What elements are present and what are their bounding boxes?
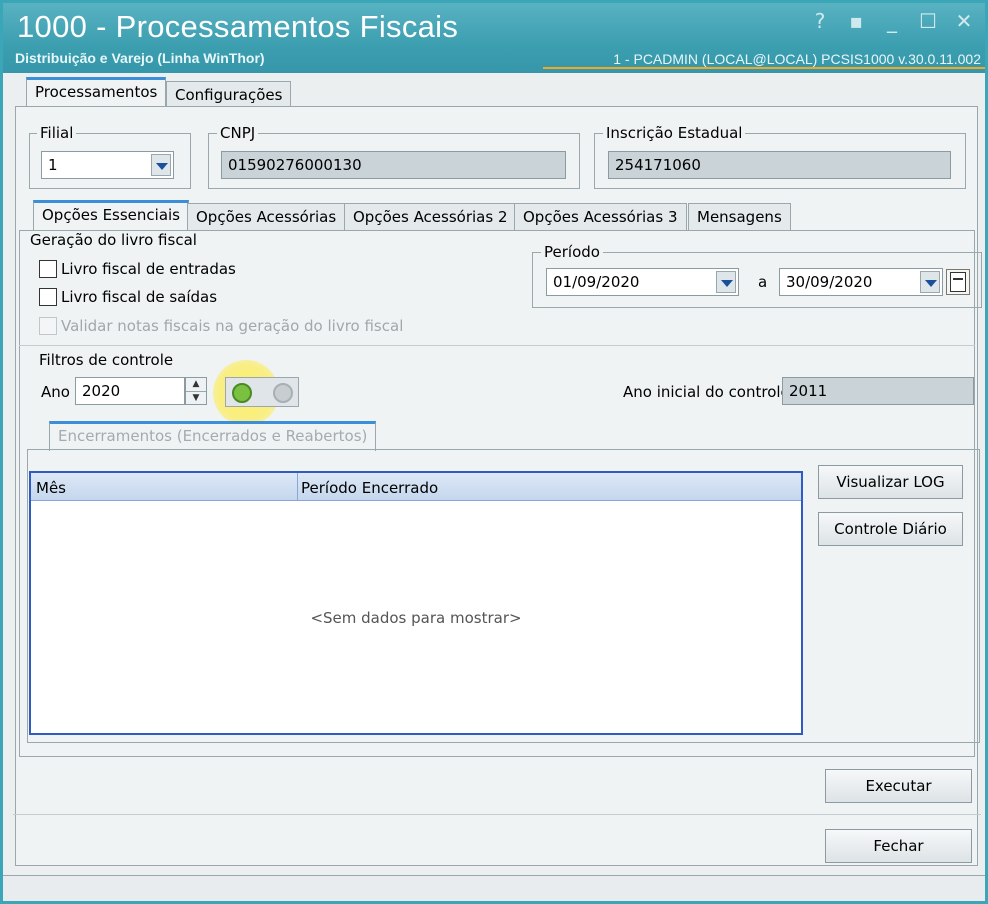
calendar-line xyxy=(953,278,963,280)
tab-configuracoes[interactable]: Configurações xyxy=(166,81,292,109)
tab-opcoes-acessorias-2[interactable]: Opções Acessórias 2 xyxy=(344,203,517,231)
livro-saidas-label: Livro fiscal de saídas xyxy=(61,288,218,306)
livro-entradas-label: Livro fiscal de entradas xyxy=(61,260,236,278)
inscricao-field[interactable]: 254171060 xyxy=(608,151,951,179)
cnpj-label: CNPJ xyxy=(217,124,259,142)
cancel-icon[interactable] xyxy=(273,383,293,403)
user-info-underline xyxy=(543,67,985,69)
divider xyxy=(19,345,975,346)
periodo-end-field[interactable]: 30/09/2020 xyxy=(779,268,943,296)
periodo-separator: a xyxy=(758,273,768,291)
livro-group-label: Geração do livro fiscal xyxy=(30,231,197,249)
checkbox-box[interactable] xyxy=(39,260,57,278)
executar-button[interactable]: Executar xyxy=(825,769,972,803)
minimize-icon[interactable]: _ xyxy=(881,9,903,33)
fechar-button[interactable]: Fechar xyxy=(825,829,972,863)
periodo-end-value: 30/09/2020 xyxy=(786,273,873,291)
tab-processamentos[interactable]: Processamentos xyxy=(26,77,167,107)
livro-saidas-checkbox[interactable]: Livro fiscal de saídas xyxy=(39,288,217,306)
filial-value: 1 xyxy=(48,156,58,174)
filial-select[interactable]: 1 xyxy=(41,151,174,179)
filial-label: Filial xyxy=(37,124,77,142)
periodo-label: Período xyxy=(541,243,603,261)
ano-inicial-field[interactable]: 2011 xyxy=(782,377,974,405)
table-header: Mês Período Encerrado xyxy=(31,473,801,501)
validar-notas-checkbox: Validar notas fiscais na geração do livr… xyxy=(39,317,403,335)
restore-icon[interactable]: ▪ xyxy=(845,9,867,33)
column-header-mes[interactable]: Mês xyxy=(36,479,66,497)
divider xyxy=(13,814,981,815)
ano-label: Ano xyxy=(41,383,70,401)
chevron-down-icon[interactable] xyxy=(151,154,171,176)
chevron-down-icon[interactable] xyxy=(920,271,940,293)
column-separator[interactable] xyxy=(297,473,298,501)
column-header-periodo[interactable]: Período Encerrado xyxy=(301,479,438,497)
ano-stepper[interactable]: ▲ ▼ xyxy=(185,377,207,405)
help-icon[interactable]: ? xyxy=(809,9,831,33)
periodo-start-value: 01/09/2020 xyxy=(553,273,640,291)
validar-notas-label: Validar notas fiscais na geração do livr… xyxy=(61,317,404,335)
periodo-start-field[interactable]: 01/09/2020 xyxy=(546,268,739,296)
livro-entradas-checkbox[interactable]: Livro fiscal de entradas xyxy=(39,260,236,278)
app-window: 1000 - Processamentos Fiscais Distribuiç… xyxy=(0,0,988,904)
close-icon[interactable]: ✕ xyxy=(953,9,975,33)
cnpj-field[interactable]: 01590276000130 xyxy=(221,151,566,179)
stepper-down-icon[interactable]: ▼ xyxy=(186,391,206,404)
ano-input[interactable]: 2020 xyxy=(75,377,185,405)
window-subtitle: Distribuição e Varejo (Linha WinThor) xyxy=(15,50,265,66)
tab-opcoes-essenciais[interactable]: Opções Essenciais xyxy=(33,200,189,230)
title-bar: 1000 - Processamentos Fiscais Distribuiç… xyxy=(3,3,985,73)
calendar-icon[interactable] xyxy=(946,269,970,295)
filtros-label: Filtros de controle xyxy=(39,351,174,369)
stepper-up-icon[interactable]: ▲ xyxy=(186,378,206,391)
empty-message: <Sem dados para mostrar> xyxy=(310,609,522,627)
confirm-icon[interactable] xyxy=(232,383,252,403)
checkbox-box[interactable] xyxy=(39,288,57,306)
checkbox-box xyxy=(39,317,57,335)
window-controls: ? ▪ _ ☐ ✕ xyxy=(809,9,975,33)
chevron-down-icon[interactable] xyxy=(716,271,736,293)
status-bar xyxy=(3,875,985,901)
tab-mensagens[interactable]: Mensagens xyxy=(688,203,791,231)
tab-opcoes-acessorias[interactable]: Opções Acessórias xyxy=(187,203,346,231)
visualizar-log-button[interactable]: Visualizar LOG xyxy=(818,465,963,499)
controle-diario-button[interactable]: Controle Diário xyxy=(818,512,963,546)
calendar-page xyxy=(950,272,966,292)
tab-opcoes-acessorias-3[interactable]: Opções Acessórias 3 xyxy=(514,203,687,231)
ano-inicial-label: Ano inicial do controle xyxy=(623,383,790,401)
user-info: 1 - PCADMIN (LOCAL@LOCAL) PCSIS1000 v.30… xyxy=(613,51,981,67)
encerramentos-table[interactable]: Mês Período Encerrado <Sem dados para mo… xyxy=(29,471,803,735)
maximize-icon[interactable]: ☐ xyxy=(917,9,939,33)
inscricao-label: Inscrição Estadual xyxy=(603,124,746,142)
tab-encerramentos[interactable]: Encerramentos (Encerrados e Reabertos) xyxy=(49,421,377,451)
window-title: 1000 - Processamentos Fiscais xyxy=(17,9,459,44)
